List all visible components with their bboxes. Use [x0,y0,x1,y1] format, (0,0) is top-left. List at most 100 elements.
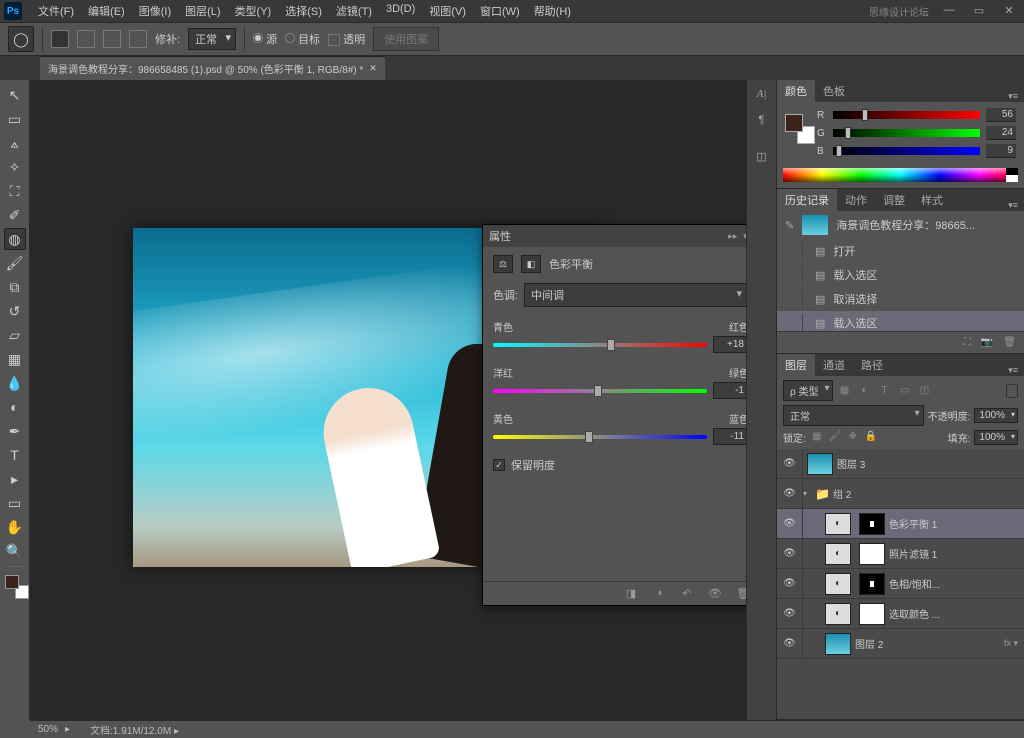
tab-history[interactable]: 历史记录 [777,189,837,211]
layer-row[interactable]: 👁 ◐ 选取颜色 ... [777,599,1024,629]
collapse-icon[interactable]: ▸▸ [728,231,737,242]
tab-styles[interactable]: 样式 [913,189,951,211]
mask-thumbnail[interactable] [859,543,885,565]
canvas-area[interactable]: 属性 ▸▸▾≡ ⚖ ◧ 色彩平衡 色调: 中间调 青色 红色 [30,80,776,720]
menu-item[interactable]: 文件(F) [32,1,80,21]
layer-thumbnail[interactable] [825,633,851,655]
layer-row[interactable]: 👁 ◐ 色彩平衡 1 [777,509,1024,539]
visibility-toggle[interactable]: 👁 [777,479,803,508]
menu-item[interactable]: 3D(D) [380,1,421,21]
eraser-tool[interactable]: ▱ [4,324,26,346]
lasso-tool[interactable]: ⟑ [4,132,26,154]
properties-panel-header[interactable]: 属性 ▸▸▾≡ [483,225,759,247]
tab-actions[interactable]: 动作 [837,189,875,211]
crop-tool[interactable]: ⛶ [4,180,26,202]
character-panel-icon[interactable]: A| [752,84,772,104]
layer-row[interactable]: 👁图层 3 [777,449,1024,479]
tab-layers[interactable]: 图层 [777,354,815,376]
visibility-icon[interactable]: 👁 [707,587,723,601]
visibility-toggle[interactable]: 👁 [777,569,803,598]
layer-name[interactable]: 色相/饱和... [889,576,1024,591]
shape-tool[interactable]: ▭ [4,492,26,514]
layer-effects[interactable]: fx ▾ [1004,638,1024,649]
visibility-toggle[interactable]: 👁 [777,509,803,538]
rgb-slider[interactable] [833,111,980,119]
panel-menu-icon[interactable]: ▾≡ [1002,365,1024,376]
rgb-slider[interactable] [833,129,980,137]
layer-name[interactable]: 选取颜色 ... [889,606,1024,621]
doc-size[interactable]: 文档:1.91M/12.0M ▸ [90,722,179,737]
layer-name[interactable]: 图层 3 [837,456,1024,471]
maximize-button[interactable]: ▭ [964,0,994,20]
cube-panel-icon[interactable]: ◫ [752,146,772,166]
magic-wand-tool[interactable]: ✧ [4,156,26,178]
selection-intersect-icon[interactable] [129,30,147,48]
rgb-value[interactable]: 56 [986,108,1016,122]
healing-brush-tool[interactable]: ◍ [4,228,26,250]
filter-smart-icon[interactable]: ◫ [917,385,931,396]
paragraph-panel-icon[interactable]: ¶ [752,110,772,130]
visibility-toggle[interactable]: 👁 [777,539,803,568]
lock-position-icon[interactable]: ✥ [846,431,860,445]
foreground-background-swatch[interactable] [5,575,25,595]
close-tab-icon[interactable]: ✕ [369,63,377,74]
close-button[interactable]: ✕ [994,0,1024,20]
group-arrow[interactable]: ▾ [803,489,815,498]
history-item[interactable]: ▤打开 [777,239,1024,263]
menu-item[interactable]: 选择(S) [279,1,328,21]
target-radio[interactable]: 目标 [285,31,320,47]
mask-thumbnail[interactable] [859,573,885,595]
slider-value[interactable]: -1 [713,382,749,399]
opacity-input[interactable]: 100% [974,408,1018,423]
source-radio[interactable]: 源 [253,31,277,47]
panel-menu-icon[interactable]: ▾≡ [1002,200,1024,211]
tool-preset[interactable]: ◯ [8,26,34,52]
adjustment-thumbnail[interactable]: ◐ [825,513,851,535]
menu-item[interactable]: 视图(V) [423,1,472,21]
layer-name[interactable]: 色彩平衡 1 [889,516,1024,531]
rgb-value[interactable]: 9 [986,144,1016,158]
blend-mode-select[interactable]: 正常 [783,405,924,426]
history-item[interactable]: ▤取消选择 [777,287,1024,311]
mask-thumbnail[interactable] [859,603,885,625]
layer-name[interactable]: 照片滤镜 1 [889,546,1024,561]
fill-input[interactable]: 100% [974,430,1018,445]
selection-new-icon[interactable] [51,30,69,48]
slider-value[interactable]: -11 [713,428,749,445]
selection-add-icon[interactable] [77,30,95,48]
adjustment-thumbnail[interactable]: ◐ [825,603,851,625]
slider-value[interactable]: +18 [713,336,749,353]
marquee-tool[interactable]: ▭ [4,108,26,130]
rgb-value[interactable]: 24 [986,126,1016,140]
color-preview[interactable] [785,114,809,138]
preserve-luminosity-checkbox[interactable] [493,459,505,471]
color-balance-slider[interactable] [493,343,707,347]
foreground-color[interactable] [5,575,19,589]
snapshot-document-icon[interactable]: ⛶ [964,337,971,348]
tab-paths[interactable]: 路径 [853,354,891,376]
reset-icon[interactable]: ↶ [679,587,695,601]
history-item[interactable]: ▤载入选区 [777,263,1024,287]
move-tool[interactable]: ↖ [4,84,26,106]
layer-filter-select[interactable]: ρ 类型 [783,380,833,401]
panel-menu-icon[interactable]: ▾≡ [1002,91,1024,102]
lock-pixels-icon[interactable]: 🖌 [828,431,842,445]
tab-adjustments[interactable]: 调整 [875,189,913,211]
visibility-toggle[interactable]: 👁 [777,599,803,628]
tab-channels[interactable]: 通道 [815,354,853,376]
lock-all-icon[interactable]: 🔒 [864,431,878,445]
layer-name[interactable]: 组 2 [833,486,1024,501]
eyedropper-tool[interactable]: ✐ [4,204,26,226]
layer-row[interactable]: 👁▾📁组 2 [777,479,1024,509]
history-item[interactable]: ▤载入选区 [777,311,1024,331]
camera-icon[interactable]: 📷 [981,337,993,348]
visibility-toggle[interactable]: 👁 [777,629,803,658]
color-ramp[interactable] [783,168,1018,182]
mask-icon[interactable]: ◧ [521,255,541,273]
gradient-tool[interactable]: ▦ [4,348,26,370]
menu-item[interactable]: 图像(I) [133,1,177,21]
layer-row[interactable]: 👁图层 2fx ▾ [777,629,1024,659]
menu-item[interactable]: 滤镜(T) [330,1,378,21]
selection-subtract-icon[interactable] [103,30,121,48]
history-snapshot[interactable]: ✎ 海景调色教程分享：98665... [777,211,1024,239]
